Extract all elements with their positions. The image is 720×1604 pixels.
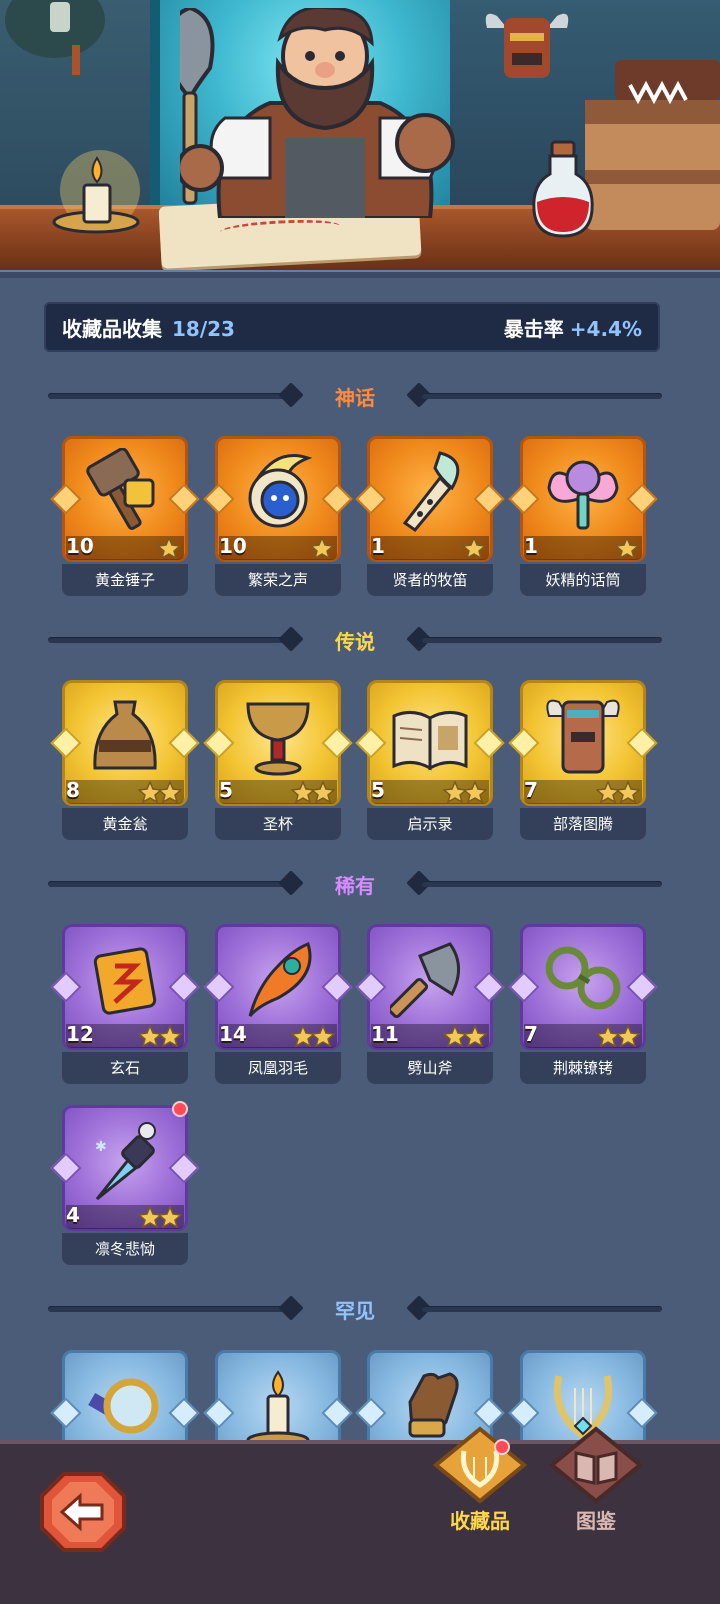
star-rating-icon bbox=[138, 781, 182, 803]
card-level: 7 bbox=[524, 778, 538, 802]
collectible-card-winter-grief[interactable]: ✱ 4 凛冬悲恸 bbox=[50, 1101, 200, 1267]
sage-pipe-icon bbox=[402, 451, 460, 533]
tab-codex-label: 图鉴 bbox=[576, 1509, 616, 1533]
totem-mask-icon bbox=[485, 13, 569, 78]
card-level: 5 bbox=[219, 778, 233, 802]
notification-dot bbox=[172, 1101, 188, 1117]
card-name: 圣杯 bbox=[215, 808, 341, 840]
card-name: 贤者的牧笛 bbox=[367, 564, 493, 596]
star-rating-icon bbox=[443, 1025, 487, 1047]
phoenix-feather-icon bbox=[248, 942, 312, 1017]
notification-dot bbox=[494, 1439, 510, 1455]
tab-collectibles-label: 收藏品 bbox=[450, 1509, 510, 1533]
back-button[interactable] bbox=[40, 1472, 126, 1552]
star-rating-icon bbox=[156, 537, 182, 559]
section-header-uncommon: 罕见 bbox=[48, 1293, 662, 1323]
collectible-card-phoenix-feather[interactable]: 14 凤凰羽毛 bbox=[203, 924, 353, 1086]
tab-collectibles[interactable]: 收藏品 bbox=[430, 1425, 530, 1535]
crit-rate-label: 暴击率 bbox=[503, 316, 564, 341]
card-name: 玄石 bbox=[62, 1052, 188, 1084]
mystic-stone-icon bbox=[93, 947, 157, 1015]
card-level: 7 bbox=[524, 1022, 538, 1046]
card-name: 劈山斧 bbox=[367, 1052, 493, 1084]
collectible-card-holy-grail[interactable]: 5 圣杯 bbox=[203, 680, 353, 842]
collectible-card-golden-urn[interactable]: 8 黄金瓮 bbox=[50, 680, 200, 842]
card-level: 10 bbox=[66, 534, 94, 558]
collectible-card-revelation[interactable]: 5 启示录 bbox=[355, 680, 505, 842]
candle-icon bbox=[246, 1370, 310, 1448]
collectible-card-tribal-totem[interactable]: 7 部落图腾 bbox=[508, 680, 658, 842]
star-rating-icon bbox=[291, 1025, 335, 1047]
collection-progress: 收藏品收集 18/23 bbox=[62, 313, 235, 342]
golden-hammer-icon bbox=[86, 448, 155, 530]
collection-count: 18/23 bbox=[172, 316, 235, 341]
dwarf-character bbox=[180, 8, 455, 218]
fairy-microphone-icon bbox=[547, 460, 619, 530]
section-title-legend: 传说 bbox=[335, 630, 375, 654]
star-rating-icon bbox=[443, 781, 487, 803]
collection-summary-bar: 收藏品收集 18/23 暴击率 +4.4% bbox=[44, 302, 660, 352]
section-title-uncommon: 罕见 bbox=[335, 1299, 375, 1323]
book-tab-icon bbox=[548, 1426, 644, 1504]
holy-grail-icon bbox=[246, 702, 310, 776]
card-name: 启示录 bbox=[367, 808, 493, 840]
card-level: 14 bbox=[219, 1022, 247, 1046]
tab-codex[interactable]: 图鉴 bbox=[546, 1425, 646, 1535]
tribal-totem-icon bbox=[546, 699, 620, 774]
star-rating-icon bbox=[596, 1025, 640, 1047]
card-level: 1 bbox=[371, 534, 385, 558]
card-name: 部落图腾 bbox=[520, 808, 646, 840]
hanging-lamp-icon bbox=[5, 0, 105, 75]
winter-dagger-icon: ✱ bbox=[95, 1122, 156, 1201]
card-level: 12 bbox=[66, 1022, 94, 1046]
section-title-myth: 神话 bbox=[335, 386, 375, 410]
collectible-card-prosperity-voice[interactable]: 10 繁荣之声 bbox=[203, 436, 353, 598]
collectible-card-golden-hammer[interactable]: 10 黄金锤子 bbox=[50, 436, 200, 598]
thorn-shackles-icon bbox=[545, 946, 621, 1010]
star-rating-icon bbox=[138, 1206, 182, 1228]
star-rating-icon bbox=[596, 781, 640, 803]
section-header-myth: 神话 bbox=[48, 380, 662, 410]
star-rating-icon bbox=[461, 537, 487, 559]
card-name: 黄金瓮 bbox=[62, 808, 188, 840]
section-header-rare: 稀有 bbox=[48, 868, 662, 898]
star-rating-icon bbox=[138, 1025, 182, 1047]
golden-urn-icon bbox=[93, 700, 157, 770]
section-header-legend: 传说 bbox=[48, 624, 662, 654]
potion-bottle-icon bbox=[532, 140, 594, 238]
card-level: 5 bbox=[371, 778, 385, 802]
lyre-tab-icon bbox=[432, 1426, 528, 1504]
card-level: 4 bbox=[66, 1203, 80, 1227]
mountain-axe-icon bbox=[390, 942, 460, 1019]
card-level: 8 bbox=[66, 778, 80, 802]
card-name: 黄金锤子 bbox=[62, 564, 188, 596]
collection-label: 收藏品收集 bbox=[62, 316, 162, 341]
card-level: 1 bbox=[524, 534, 538, 558]
card-level: 10 bbox=[219, 534, 247, 558]
svg-text:✱: ✱ bbox=[95, 1139, 107, 1155]
star-rating-icon bbox=[309, 537, 335, 559]
revelation-book-icon bbox=[392, 711, 468, 771]
collectible-card-thorn-shackles[interactable]: 7 荆棘镣铐 bbox=[508, 924, 658, 1086]
scene-border bbox=[0, 270, 720, 278]
prosperity-voice-icon bbox=[248, 454, 313, 528]
collectible-card-fairy-microphone[interactable]: 1 妖精的话筒 bbox=[508, 436, 658, 598]
crit-rate-value: +4.4% bbox=[569, 316, 642, 341]
card-name: 凛冬悲恸 bbox=[62, 1233, 188, 1265]
candle-icon bbox=[52, 150, 140, 234]
crit-rate-bonus: 暴击率 +4.4% bbox=[504, 313, 642, 342]
card-name: 繁荣之声 bbox=[215, 564, 341, 596]
star-rating-icon bbox=[614, 537, 640, 559]
card-name: 凤凰羽毛 bbox=[215, 1052, 341, 1084]
collectible-card-mystic-stone[interactable]: 12 玄石 bbox=[50, 924, 200, 1086]
collectible-card-sage-pipe[interactable]: 1 贤者的牧笛 bbox=[355, 436, 505, 598]
card-name: 妖精的话筒 bbox=[520, 564, 646, 596]
card-level: 11 bbox=[371, 1022, 399, 1046]
card-name: 荆棘镣铐 bbox=[520, 1052, 646, 1084]
section-title-rare: 稀有 bbox=[335, 874, 375, 898]
header-scene bbox=[0, 0, 720, 278]
collectible-card-mountain-axe[interactable]: 11 劈山斧 bbox=[355, 924, 505, 1086]
star-rating-icon bbox=[291, 781, 335, 803]
magnifier-icon bbox=[88, 1378, 159, 1434]
